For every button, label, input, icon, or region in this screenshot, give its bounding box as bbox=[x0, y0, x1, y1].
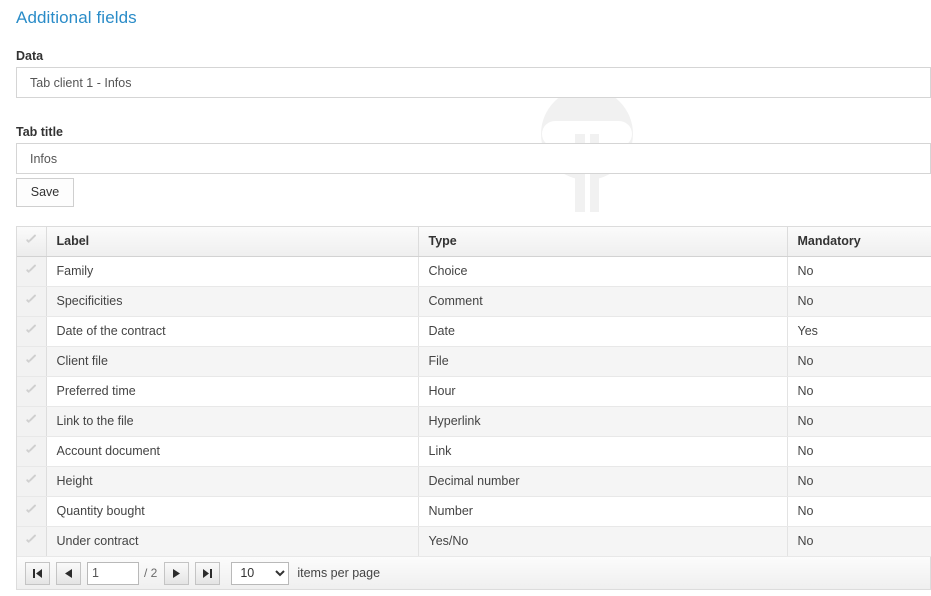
grid-header-row: Label Type Mandatory bbox=[17, 227, 931, 257]
row-select-cell[interactable] bbox=[17, 316, 47, 347]
check-icon bbox=[25, 415, 38, 428]
cell-label: Height bbox=[46, 466, 419, 497]
row-select-cell[interactable] bbox=[17, 466, 47, 497]
table-row[interactable]: Date of the contract Date Yes bbox=[17, 316, 931, 347]
cell-mandatory: No bbox=[787, 286, 931, 317]
pagination-bar: / 2 102050100 items per page bbox=[16, 557, 931, 590]
items-per-page-label: items per page bbox=[297, 566, 381, 580]
grid-body: Family Choice No Specificities Comment No Date… bbox=[17, 256, 931, 557]
cell-type: Decimal number bbox=[418, 466, 788, 497]
check-icon bbox=[25, 535, 38, 548]
cell-label: Under contract bbox=[46, 526, 419, 557]
items-per-page-select[interactable]: 102050100 bbox=[231, 561, 290, 585]
cell-type: Choice bbox=[418, 256, 788, 287]
last-page-button[interactable] bbox=[195, 561, 221, 585]
cell-label: Client file bbox=[46, 346, 419, 377]
column-header-mandatory[interactable]: Mandatory bbox=[787, 227, 931, 257]
cell-label: Family bbox=[46, 256, 419, 287]
save-button[interactable]: Save bbox=[16, 178, 74, 207]
cell-mandatory: No bbox=[787, 526, 931, 557]
column-header-type[interactable]: Type bbox=[418, 227, 788, 257]
next-page-icon bbox=[173, 568, 181, 578]
check-icon bbox=[25, 235, 38, 248]
check-icon bbox=[25, 355, 38, 368]
row-select-cell[interactable] bbox=[17, 256, 47, 287]
cell-type: Yes/No bbox=[418, 526, 788, 557]
table-row[interactable]: Client file File No bbox=[17, 346, 931, 377]
data-input[interactable] bbox=[16, 67, 931, 98]
table-row[interactable]: Under contract Yes/No No bbox=[17, 526, 931, 557]
table-row[interactable]: Family Choice No bbox=[17, 256, 931, 287]
previous-page-icon bbox=[65, 568, 72, 578]
cell-label: Specificities bbox=[46, 286, 419, 317]
check-icon bbox=[25, 445, 38, 458]
check-icon bbox=[25, 265, 38, 278]
row-select-cell[interactable] bbox=[17, 346, 47, 377]
cell-type: Date bbox=[418, 316, 788, 347]
grid-header: Label Type Mandatory bbox=[17, 227, 931, 257]
row-select-cell[interactable] bbox=[17, 376, 47, 407]
tab-title-input[interactable] bbox=[16, 143, 931, 174]
page-root: Additional fields Data Tab title Save La… bbox=[0, 0, 931, 596]
first-page-button[interactable] bbox=[25, 561, 50, 585]
cell-mandatory: No bbox=[787, 496, 931, 527]
next-page-button[interactable] bbox=[164, 561, 190, 585]
check-icon bbox=[25, 505, 38, 518]
cell-type: Comment bbox=[418, 286, 788, 317]
tab-title-field-label: Tab title bbox=[16, 125, 63, 139]
row-select-cell[interactable] bbox=[17, 286, 47, 317]
first-page-icon bbox=[33, 568, 42, 578]
cell-type: Number bbox=[418, 496, 788, 527]
row-select-cell[interactable] bbox=[17, 436, 47, 467]
page-title: Additional fields bbox=[16, 8, 137, 27]
cell-label: Link to the file bbox=[46, 406, 419, 437]
data-field-label: Data bbox=[16, 49, 44, 63]
row-select-cell[interactable] bbox=[17, 406, 47, 437]
check-icon bbox=[25, 295, 38, 308]
cell-type: Link bbox=[418, 436, 788, 467]
cell-type: Hour bbox=[418, 376, 788, 407]
grid-table: Label Type Mandatory Family Choice No Speci… bbox=[17, 227, 931, 557]
cell-mandatory: No bbox=[787, 406, 931, 437]
cell-label: Quantity bought bbox=[46, 496, 419, 527]
additional-fields-grid: Label Type Mandatory Family Choice No Speci… bbox=[16, 226, 931, 557]
check-icon bbox=[25, 475, 38, 488]
cell-label: Preferred time bbox=[46, 376, 419, 407]
row-select-cell[interactable] bbox=[17, 496, 47, 527]
select-all-header-cell[interactable] bbox=[17, 227, 47, 257]
table-row[interactable]: Specificities Comment No bbox=[17, 286, 931, 317]
cell-mandatory: Yes bbox=[787, 316, 931, 347]
table-row[interactable]: Quantity bought Number No bbox=[17, 496, 931, 527]
last-page-icon bbox=[203, 568, 213, 578]
cell-type: File bbox=[418, 346, 788, 377]
table-row[interactable]: Account document Link No bbox=[17, 436, 931, 467]
cell-label: Date of the contract bbox=[46, 316, 419, 347]
table-row[interactable]: Height Decimal number No bbox=[17, 466, 931, 497]
total-pages-label: / 2 bbox=[144, 566, 158, 580]
cell-mandatory: No bbox=[787, 466, 931, 497]
cell-mandatory: No bbox=[787, 376, 931, 407]
cell-mandatory: No bbox=[787, 256, 931, 287]
table-row[interactable]: Preferred time Hour No bbox=[17, 376, 931, 407]
check-icon bbox=[25, 385, 38, 398]
check-icon bbox=[25, 325, 38, 338]
row-select-cell[interactable] bbox=[17, 526, 47, 557]
cell-label: Account document bbox=[46, 436, 419, 467]
page-number-input[interactable] bbox=[87, 561, 139, 585]
cell-mandatory: No bbox=[787, 346, 931, 377]
cell-type: Hyperlink bbox=[418, 406, 788, 437]
previous-page-button[interactable] bbox=[56, 561, 81, 585]
cell-mandatory: No bbox=[787, 436, 931, 467]
column-header-label[interactable]: Label bbox=[46, 227, 419, 257]
table-row[interactable]: Link to the file Hyperlink No bbox=[17, 406, 931, 437]
